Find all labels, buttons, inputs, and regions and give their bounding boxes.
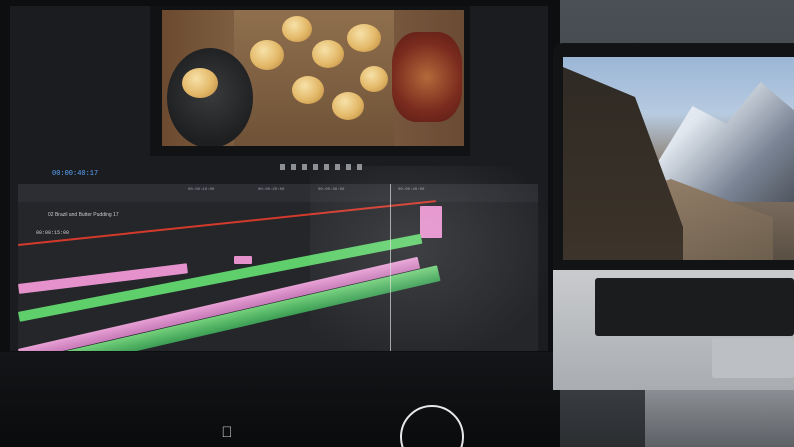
track-timecode: 00:00:15:00 [36,230,70,236]
bun [292,76,324,104]
bun [250,40,284,70]
apple-logo-icon:  [220,425,234,441]
ruler-timecode: 00:00:20:00 [258,188,285,192]
laptop-stand [645,390,794,447]
screen-reflection [310,166,548,351]
sequence-tab[interactable]: 02 Brazil and Butter Pudding 17 [48,212,119,218]
bun [347,24,381,52]
mark-in-icon[interactable] [280,164,285,170]
bun [182,68,218,98]
laptop-trackpad[interactable] [712,338,794,378]
laptop-keyboard[interactable] [595,278,794,336]
program-timecode: 00:00:40:17 [52,170,99,178]
ruler-timecode: 00:00:10:00 [188,188,215,192]
bun [312,40,344,68]
video-clip[interactable] [234,256,252,264]
laptop-screen [563,57,794,260]
food-preview-image [162,10,464,146]
cast-iron-pot [392,32,462,122]
bun [360,66,388,92]
bun [332,92,364,120]
mark-out-icon[interactable] [291,164,296,170]
bun [282,16,312,42]
photo-scene: 00:00:40:17 00:00:10:00 00:00:20:00 00:0… [0,0,794,447]
program-monitor-panel [150,6,470,156]
step-back-icon[interactable] [302,164,307,170]
editing-software-screen: 00:00:40:17 00:00:10:00 00:00:20:00 00:0… [10,6,548,351]
monitor-bezel [0,352,560,447]
plate [167,48,253,146]
external-monitor: 00:00:40:17 00:00:10:00 00:00:20:00 00:0… [0,0,560,447]
